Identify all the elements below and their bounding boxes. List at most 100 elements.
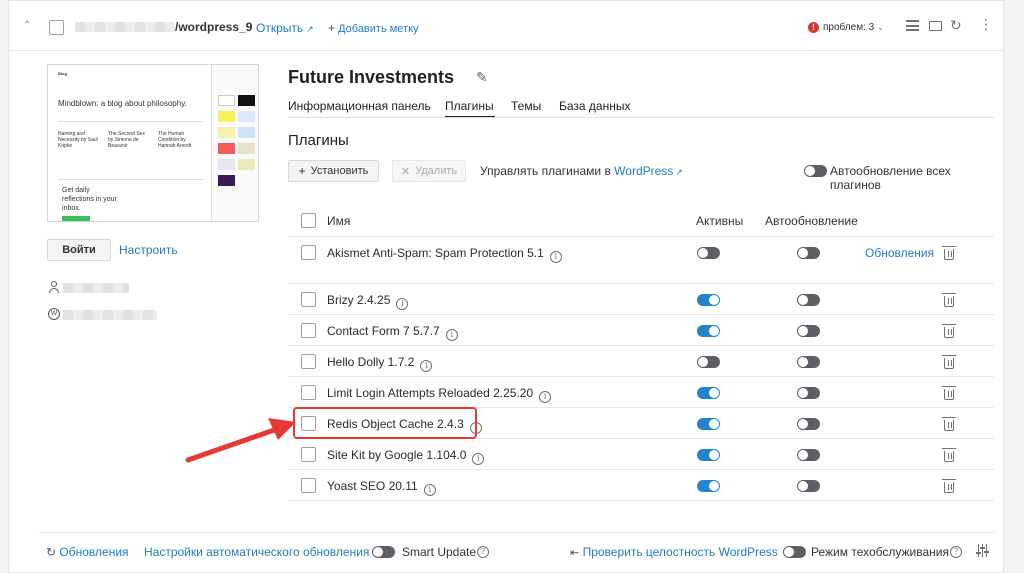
trash-icon[interactable] [942, 293, 956, 307]
tab-themes[interactable]: Темы [511, 99, 541, 113]
plugin-active-toggle-contact-form-7[interactable] [697, 325, 720, 337]
plugin-name-akismet: Akismet Anti-Spam: Spam Protection 5.1 i [327, 246, 562, 263]
user-icon [49, 281, 59, 293]
plugin-active-toggle-yoast-seo[interactable] [697, 480, 720, 492]
external-link-icon: ↗ [306, 24, 314, 34]
add-tag-link[interactable]: + Добавить метку [328, 21, 419, 35]
refresh-icon[interactable]: ↻ [950, 17, 962, 34]
plugin-autoupdate-toggle-limit-login[interactable] [797, 387, 820, 399]
plugin-active-toggle-redis-object-cache[interactable] [697, 418, 720, 430]
plugin-autoupdate-toggle-brizy[interactable] [797, 294, 820, 306]
auto-update-settings-link[interactable]: Настройки автоматического обновления [144, 545, 369, 559]
auto-update-all-toggle[interactable] [804, 165, 827, 177]
delete-plugin-button[interactable]: ✕ Удалить [392, 160, 466, 182]
plugin-checkbox-contact-form-7[interactable] [301, 323, 316, 338]
help-icon[interactable]: ? [477, 546, 489, 558]
install-plugin-button[interactable]: + Установить [288, 160, 379, 182]
trash-icon[interactable] [942, 448, 956, 462]
plugin-checkbox-limit-login[interactable] [301, 385, 316, 400]
plugin-active-toggle-akismet[interactable] [697, 247, 720, 259]
column-name-header: Имя [327, 214, 351, 228]
annotation-arrow [185, 418, 296, 463]
plus-icon: + [298, 164, 306, 178]
maintenance-mode-toggle[interactable] [783, 546, 806, 558]
plugin-autoupdate-toggle-akismet[interactable] [797, 247, 820, 259]
trash-icon[interactable] [942, 324, 956, 338]
tabs-divider [288, 117, 994, 118]
select-all-plugins-checkbox[interactable] [301, 213, 316, 228]
username-redacted [63, 283, 129, 293]
thumb-tagline: Mindblown: a blog about philosophy. [58, 99, 187, 108]
smart-update-toggle[interactable] [372, 546, 395, 558]
tab-database[interactable]: База данных [559, 99, 630, 113]
more-menu-icon[interactable]: ⋮ [979, 16, 993, 33]
chevron-down-icon: ⌄ [877, 23, 884, 32]
plugin-active-toggle-hello-dolly[interactable] [697, 356, 720, 368]
info-icon[interactable]: i [549, 251, 562, 263]
plugin-checkbox-akismet[interactable] [301, 245, 316, 260]
close-icon: ✕ [400, 165, 411, 178]
info-icon[interactable]: i [396, 298, 409, 310]
footer-updates-link[interactable]: ↻ Обновления [46, 545, 129, 559]
manage-plugins-text: Управлять плагинами в WordPress ↗ [480, 164, 683, 178]
smart-update-label: Smart Update [402, 545, 477, 559]
plugin-checkbox-site-kit[interactable] [301, 447, 316, 462]
login-button[interactable]: Войти [47, 239, 111, 261]
plugin-checkbox-yoast-seo[interactable] [301, 478, 316, 493]
tab-plugins[interactable]: Плагины [445, 99, 494, 113]
info-icon[interactable]: i [445, 329, 458, 341]
plugin-active-toggle-site-kit[interactable] [697, 449, 720, 461]
plus-icon: + [328, 21, 336, 35]
thumb-post-3: The Human Condition by Hannah Arendt [158, 131, 192, 149]
open-site-link[interactable]: Открыть ↗ [256, 21, 314, 35]
site-preview-thumbnail[interactable]: Blog Mindblown: a blog about philosophy.… [47, 64, 259, 222]
plugin-active-toggle-brizy[interactable] [697, 294, 720, 306]
thumb-cta: Get daily reflections in your inbox. [62, 187, 117, 212]
plugin-active-toggle-limit-login[interactable] [697, 387, 720, 399]
info-icon[interactable]: i [423, 484, 436, 496]
plugin-autoupdate-toggle-hello-dolly[interactable] [797, 356, 820, 368]
folder-icon[interactable] [929, 21, 942, 31]
site-select-checkbox[interactable] [49, 20, 64, 35]
thumb-logo: Blog [58, 71, 67, 76]
collapse-chevron-icon[interactable]: ⌃ [23, 20, 31, 31]
edit-title-icon[interactable]: ✎ [476, 69, 488, 86]
external-link-icon: ↗ [675, 167, 683, 177]
problems-alert-icon: ! [808, 22, 819, 33]
plugin-checkbox-hello-dolly[interactable] [301, 354, 316, 369]
trash-icon[interactable] [942, 417, 956, 431]
wp-version-redacted [63, 310, 157, 320]
plugin-autoupdate-toggle-redis-object-cache[interactable] [797, 418, 820, 430]
auto-update-all-label: Автообновление всех плагинов [830, 164, 951, 192]
trash-icon[interactable] [942, 246, 956, 260]
info-icon[interactable]: i [472, 453, 485, 465]
settings-sliders-icon[interactable] [976, 544, 989, 557]
list-view-icon[interactable] [906, 20, 919, 31]
footer-divider [39, 532, 995, 533]
manage-in-wordpress-link[interactable]: WordPress [614, 164, 673, 178]
thumb-post-1: Naming and Necessity by Saul Kripke [58, 131, 98, 149]
plugin-update-link-akismet[interactable]: Обновления [865, 246, 934, 260]
plugin-autoupdate-toggle-contact-form-7[interactable] [797, 325, 820, 337]
plugin-name-hello-dolly: Hello Dolly 1.7.2 i [327, 355, 433, 372]
help-icon[interactable]: ? [950, 546, 962, 558]
problems-dropdown[interactable]: проблем: 3 ⌄ [823, 22, 884, 33]
trash-icon[interactable] [942, 355, 956, 369]
check-integrity-link[interactable]: ⇤ Проверить целостность WordPress [570, 545, 778, 559]
trash-icon[interactable] [942, 479, 956, 493]
plugin-autoupdate-toggle-site-kit[interactable] [797, 449, 820, 461]
plugin-name-contact-form-7: Contact Form 7 5.7.7 i [327, 324, 458, 341]
wordpress-icon: W [48, 308, 60, 320]
highlight-box [293, 407, 477, 439]
site-card: ⌃ /wordpress_9 Открыть ↗ + Добавить метку… [8, 0, 1004, 573]
site-path: /wordpress_9 [175, 20, 253, 34]
configure-link[interactable]: Настроить [119, 243, 178, 257]
tab-dashboard[interactable]: Информационная панель [288, 99, 431, 113]
plugin-autoupdate-toggle-yoast-seo[interactable] [797, 480, 820, 492]
domain-redacted [75, 22, 175, 32]
trash-icon[interactable] [942, 386, 956, 400]
info-icon[interactable]: i [539, 391, 552, 403]
info-icon[interactable]: i [420, 360, 433, 372]
column-autoupdate-header: Автообновление [765, 214, 858, 228]
plugin-checkbox-brizy[interactable] [301, 292, 316, 307]
